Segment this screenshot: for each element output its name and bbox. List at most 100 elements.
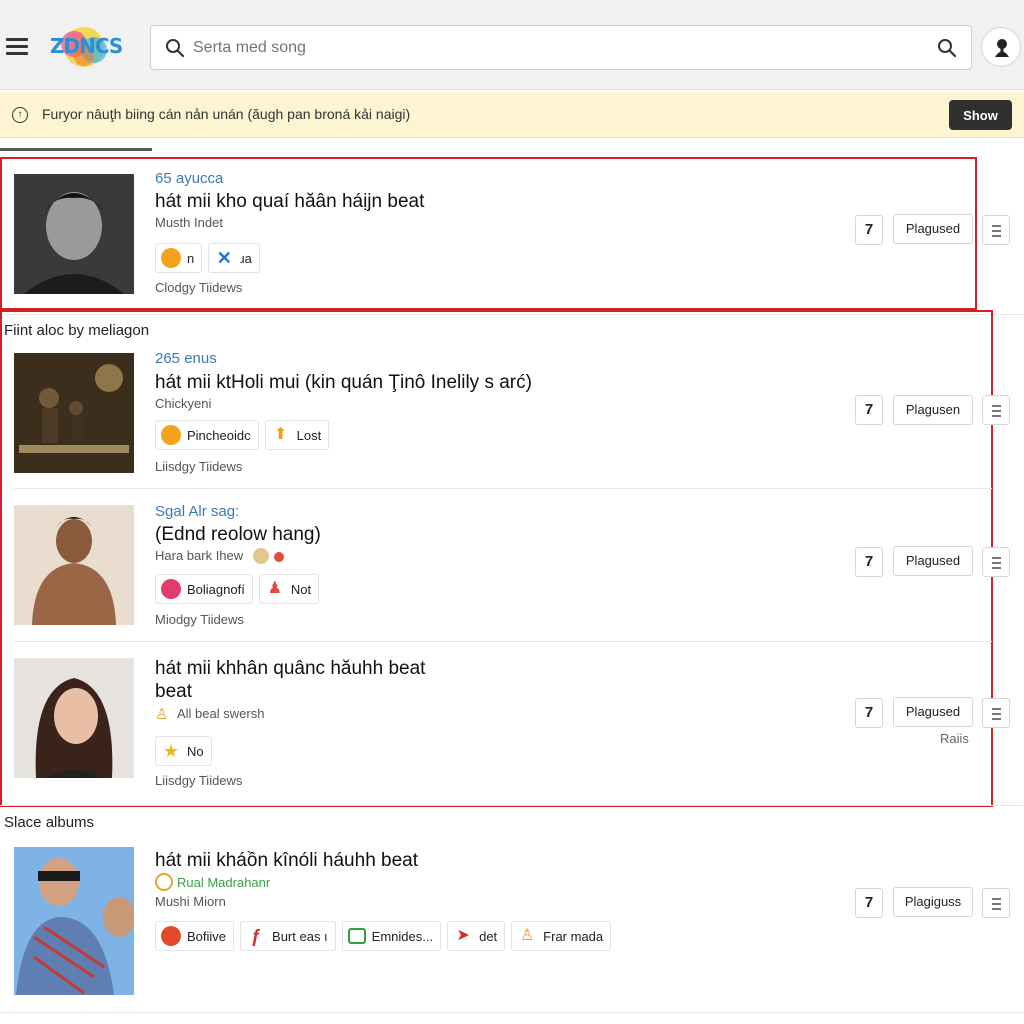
song-subtitle: Musth Indet [155, 215, 223, 230]
song-subtitle: Mushi Miorn [155, 894, 226, 909]
chip-button[interactable]: Bofiive [155, 921, 235, 951]
chip-button[interactable]: ★ No [155, 736, 212, 766]
chip-button[interactable]: ♟ Not [258, 574, 320, 604]
user-icon: ⬆ [273, 426, 288, 443]
crown-icon [161, 248, 181, 268]
active-tab-indicator [0, 148, 152, 151]
menu-icon[interactable] [6, 38, 28, 55]
tag-button[interactable]: Plagused [893, 697, 973, 727]
count-button[interactable]: 7 [855, 547, 883, 577]
verified-icon [155, 873, 173, 891]
portrait-image [14, 658, 134, 778]
show-button[interactable]: Show [949, 100, 1012, 130]
artist-thumbnail[interactable] [14, 505, 134, 625]
song-title[interactable]: hát mii khhân quânc hăuhh beat beat [155, 657, 455, 703]
tag-button[interactable]: Plagiguss [893, 887, 973, 917]
chip-label: Emnides... [371, 928, 434, 944]
chip-button[interactable]: ⬆ Lost [264, 420, 330, 450]
song-subtitle: Hara bark Ihew [155, 548, 244, 563]
more-options-button[interactable] [982, 547, 1010, 577]
meta-text: Clodgy Tiidews [155, 280, 243, 295]
song-title[interactable]: hát mii ktHoli mui (kin quán Ţinô Inelil… [155, 371, 532, 394]
chip-button[interactable]: ♙ Frar mada [511, 921, 612, 951]
account-button[interactable] [981, 27, 1021, 67]
count-button[interactable]: 7 [855, 215, 883, 245]
chip-button[interactable]: ➤ det [447, 921, 506, 951]
chip-label: det [479, 928, 498, 944]
star-icon: ★ [162, 741, 180, 761]
phone-icon [161, 425, 181, 445]
play-count: Sgal Alr sag: [155, 503, 240, 520]
play-count: 65 ayucca [155, 170, 224, 187]
count-button[interactable]: 7 [855, 395, 883, 425]
search-icon [166, 39, 185, 58]
meta-text: Liisdgy Tiidews [155, 459, 243, 474]
extra-label: Raiis [940, 731, 969, 746]
fork-icon: ƒ [251, 926, 262, 946]
chip-label: Lost [296, 427, 322, 443]
banner-text: Furyor nâuţh biing cán nản unán (ăugh pa… [42, 106, 411, 122]
album-thumbnail[interactable] [14, 353, 134, 473]
tag-button[interactable]: Plagused [893, 546, 973, 576]
arrow-icon: ➤ [456, 927, 470, 944]
more-options-button[interactable] [982, 888, 1010, 918]
tag-button[interactable]: Plagusen [893, 395, 973, 425]
chip-button[interactable]: Pincheoidc [155, 420, 259, 450]
artist-thumbnail[interactable] [14, 174, 134, 294]
chip-label: No [187, 743, 204, 759]
chat-icon [347, 928, 366, 944]
chip-label: ɹa [240, 250, 252, 266]
notice-banner: ↑ Furyor nâuţh biing cán nản unán (ăugh … [0, 92, 1024, 138]
chip-label: Not [290, 581, 312, 597]
top-bar: ZDNCS [0, 0, 1024, 90]
artist-icon: ♙ [155, 706, 169, 723]
song-subtitle: All beal swersh [177, 706, 265, 721]
record-icon [161, 926, 181, 946]
play-count: 265 enus [155, 350, 217, 367]
chip-button[interactable]: ✕ ɹa [208, 243, 260, 273]
album-art-image [14, 353, 134, 473]
song-title[interactable]: hát mii kháồn kînóli háuhh beat [155, 849, 418, 872]
more-options-button[interactable] [982, 215, 1010, 245]
meta-text: Liisdgy Tiidews [155, 773, 243, 788]
chip-button[interactable]: Emnides... [341, 921, 442, 951]
logo-text: ZDNCS [50, 34, 123, 58]
tag-button[interactable]: Plagused [893, 214, 973, 244]
person-icon: ♙ [520, 927, 535, 944]
chip-label: Boliagnofí [187, 581, 245, 597]
section-title: Slace albums [4, 814, 95, 831]
album-thumbnail[interactable] [14, 847, 134, 995]
chip-button[interactable]: Boliagnofí [155, 574, 253, 604]
song-subtitle: Chickyeni [155, 396, 212, 411]
album-art-image [14, 847, 134, 995]
count-button[interactable]: 7 [855, 698, 883, 728]
chip-label: n [187, 250, 195, 266]
badge-icon [161, 579, 181, 599]
figure-icon: ♟ [267, 580, 282, 597]
x-icon: ✕ [216, 248, 232, 268]
search-bar[interactable] [150, 25, 972, 70]
chip-label: Frar mada [543, 928, 604, 944]
more-options-button[interactable] [982, 698, 1010, 728]
chip-label: Pincheoidc [187, 427, 251, 443]
more-options-button[interactable] [982, 395, 1010, 425]
chip-label: Bofiive [187, 928, 227, 944]
artist-name[interactable]: Rual Madrahanr [177, 875, 270, 890]
smiley-icon [253, 548, 284, 564]
song-title[interactable]: hát mii kho quaí hăân háịjn beat [155, 190, 424, 213]
upload-icon: ↑ [12, 107, 28, 123]
search-input[interactable] [193, 36, 893, 60]
chip-button[interactable]: n [155, 243, 203, 273]
chip-button[interactable]: ƒ Burt eas ı [240, 921, 336, 951]
meta-text: Miodgy Tiidews [155, 612, 244, 627]
highlight-box-top [0, 157, 977, 310]
chip-label: Burt eas ı [272, 928, 328, 944]
portrait-image [14, 505, 134, 625]
artist-thumbnail[interactable] [14, 658, 134, 778]
app-logo[interactable]: ZDNCS [48, 26, 123, 68]
portrait-image [14, 174, 134, 294]
count-button[interactable]: 7 [855, 888, 883, 918]
song-title[interactable]: (Ednd reolow hang) [155, 523, 321, 546]
account-icon [995, 39, 1009, 57]
search-submit-icon[interactable] [937, 38, 957, 58]
